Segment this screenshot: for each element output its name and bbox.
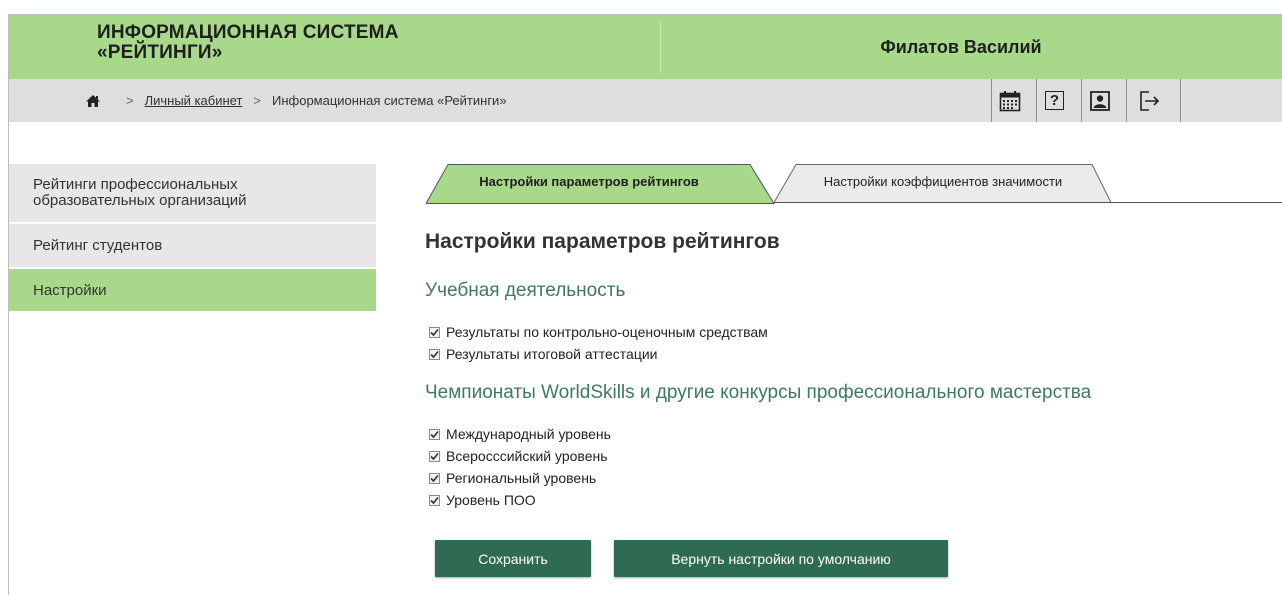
checkbox-row[interactable]: Международный уровень <box>429 426 611 442</box>
checkbox[interactable] <box>429 428 440 440</box>
checkbox[interactable] <box>429 326 440 338</box>
check-icon <box>430 474 439 482</box>
breadcrumb-link-cabinet[interactable]: Личный кабинет <box>145 93 243 108</box>
checkbox[interactable] <box>429 472 440 484</box>
app-title: ИНФОРМАЦИОННАЯ СИСТЕМА «РЕЙТИНГИ» <box>97 22 399 63</box>
sidebar-item-students[interactable]: Рейтинг студентов <box>9 224 376 269</box>
checkbox-label: Региональный уровень <box>446 470 597 486</box>
breadcrumb: > Личный кабинет > Информационная систем… <box>85 79 507 122</box>
checkbox[interactable] <box>429 348 440 360</box>
user-name: Филатов Василий <box>880 37 1042 57</box>
checkbox-label: Результаты итоговой аттестации <box>446 346 658 362</box>
tab-label: Настройки параметров рейтингов <box>479 174 699 189</box>
checkbox-label: Международный уровень <box>446 426 611 442</box>
checkbox[interactable] <box>429 494 440 506</box>
sidebar-item-organizations[interactable]: Рейтинги профессиональных образовательны… <box>9 164 376 224</box>
check-icon <box>430 496 439 504</box>
toolbar: ? <box>991 79 1190 122</box>
profile-button[interactable] <box>1081 79 1117 122</box>
checkbox-label: Всеросссийский уровень <box>446 448 608 464</box>
tab-parameters[interactable]: Настройки параметров рейтингов <box>426 164 776 204</box>
checkbox-row[interactable]: Региональный уровень <box>429 470 596 486</box>
app-header: ИНФОРМАЦИОННАЯ СИСТЕМА «РЕЙТИНГИ» Филато… <box>9 15 1282 79</box>
checkbox-row[interactable]: Всеросссийский уровень <box>429 448 608 464</box>
tab-coefficients[interactable]: Настройки коэффициентов значимости <box>774 164 1112 203</box>
tab-label: Настройки коэффициентов значимости <box>823 174 1063 189</box>
check-icon <box>430 430 439 438</box>
checkbox-label: Уровень ПОО <box>446 492 536 508</box>
chevron-right-icon: > <box>126 93 134 108</box>
sidebar: Рейтинги профессиональных образовательны… <box>9 164 376 313</box>
logout-button[interactable] <box>1126 79 1181 122</box>
checkbox-row[interactable]: Результаты итоговой аттестации <box>429 346 657 362</box>
logout-icon <box>1140 90 1160 111</box>
sidebar-item-label: Настройки <box>33 281 107 299</box>
sidebar-item-settings[interactable]: Настройки <box>9 269 376 313</box>
breadcrumb-current: Информационная система «Рейтинги» <box>272 93 507 108</box>
checkbox-row[interactable]: Уровень ПОО <box>429 492 536 508</box>
reset-defaults-button[interactable]: Вернуть настройки по умолчанию <box>614 540 948 577</box>
sidebar-item-label: Рейтинг студентов <box>33 237 163 254</box>
check-icon <box>430 350 439 358</box>
page-title: Настройки параметров рейтингов <box>425 230 780 253</box>
help-button[interactable]: ? <box>1036 79 1072 122</box>
save-button[interactable]: Сохранить <box>435 540 591 577</box>
tab-bar: Настройки коэффициентов значимости Настр… <box>426 164 1282 204</box>
section-title-study: Учебная деятельность <box>425 280 626 301</box>
tab-underline <box>764 202 1282 203</box>
checkbox-label: Результаты по контрольно-оценочным средс… <box>446 324 768 340</box>
check-icon <box>430 452 439 460</box>
checkbox[interactable] <box>429 450 440 462</box>
breadcrumb-bar: > Личный кабинет > Информационная систем… <box>9 79 1282 122</box>
calendar-icon <box>999 90 1020 111</box>
check-icon <box>430 328 439 336</box>
profile-icon <box>1089 90 1110 111</box>
checkbox-row[interactable]: Результаты по контрольно-оценочным средс… <box>429 324 768 340</box>
section-title-worldskills: Чемпионаты WorldSkills и другие конкурсы… <box>425 382 1092 403</box>
sidebar-item-label: Рейтинги профессиональных образовательны… <box>33 176 247 209</box>
help-icon: ? <box>1045 91 1064 110</box>
chevron-right-icon: > <box>253 93 261 108</box>
calendar-button[interactable] <box>991 79 1027 122</box>
home-icon[interactable] <box>85 94 101 108</box>
